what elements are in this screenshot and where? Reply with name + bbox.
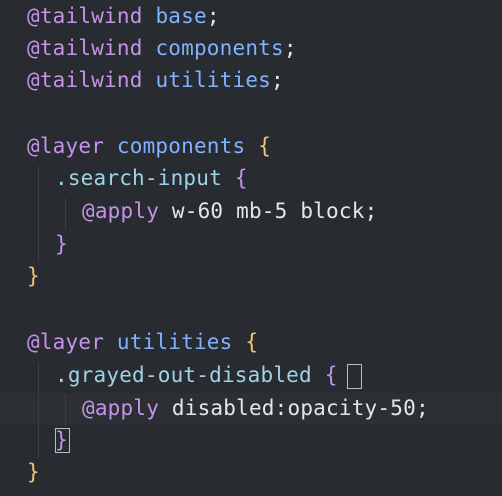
semicolon-token: ; bbox=[283, 36, 297, 60]
code-line-12[interactable]: .grayed-out-disabled { bbox=[55, 359, 338, 391]
code-line-8[interactable]: } bbox=[55, 228, 68, 260]
code-line-3[interactable]: @tailwind utilities; bbox=[27, 64, 284, 96]
close-brace-token: } bbox=[55, 232, 68, 256]
identifier-token: utilities bbox=[116, 330, 233, 354]
semicolon-token: ; bbox=[415, 396, 429, 420]
open-brace-token: { bbox=[258, 134, 272, 158]
bracket-match-highlight bbox=[55, 428, 70, 453]
identifier-token: components bbox=[155, 36, 284, 60]
directive-token: @apply bbox=[82, 199, 160, 223]
directive-token: @tailwind bbox=[27, 36, 143, 60]
directive-token: @apply bbox=[82, 396, 160, 420]
identifier-token: utilities bbox=[155, 68, 272, 92]
directive-token: @tailwind bbox=[27, 4, 143, 28]
indent-guide bbox=[65, 394, 66, 426]
directive-token: @layer bbox=[27, 330, 105, 354]
directive-token: @layer bbox=[27, 134, 105, 158]
code-line-15[interactable]: } bbox=[27, 456, 40, 488]
code-line-7[interactable]: @apply w-60 mb-5 block; bbox=[82, 195, 377, 227]
bracket-match-highlight bbox=[347, 364, 362, 389]
code-line-5[interactable]: @layer components { bbox=[27, 130, 271, 162]
open-brace-token: { bbox=[234, 166, 248, 190]
indent-guide bbox=[38, 166, 39, 262]
code-editor[interactable]: @tailwind base; @tailwind components; @t… bbox=[0, 0, 502, 496]
close-brace-token: } bbox=[27, 460, 40, 484]
value-token: disabled:opacity-50 bbox=[171, 396, 416, 420]
code-line-6[interactable]: .search-input { bbox=[55, 162, 248, 194]
selector-token: .grayed-out-disabled bbox=[55, 363, 312, 387]
open-brace-token: { bbox=[245, 330, 259, 354]
identifier-token: components bbox=[116, 134, 246, 158]
identifier-token: base bbox=[155, 4, 207, 28]
selector-token: .search-input bbox=[55, 166, 222, 190]
code-line-11[interactable]: @layer utilities { bbox=[27, 326, 258, 358]
open-brace-token: { bbox=[324, 363, 338, 387]
code-line-2[interactable]: @tailwind components; bbox=[27, 32, 297, 64]
close-brace-token: } bbox=[27, 264, 40, 288]
semicolon-token: ; bbox=[206, 4, 220, 28]
indent-guide bbox=[38, 362, 39, 458]
code-line-9[interactable]: } bbox=[27, 260, 40, 292]
semicolon-token: ; bbox=[364, 199, 378, 223]
directive-token: @tailwind bbox=[27, 68, 143, 92]
code-line-1[interactable]: @tailwind base; bbox=[27, 0, 220, 32]
value-token: w-60 mb-5 block bbox=[171, 199, 365, 223]
semicolon-token: ; bbox=[271, 68, 284, 92]
code-line-13[interactable]: @apply disabled:opacity-50; bbox=[82, 392, 429, 424]
indent-guide bbox=[65, 198, 66, 230]
